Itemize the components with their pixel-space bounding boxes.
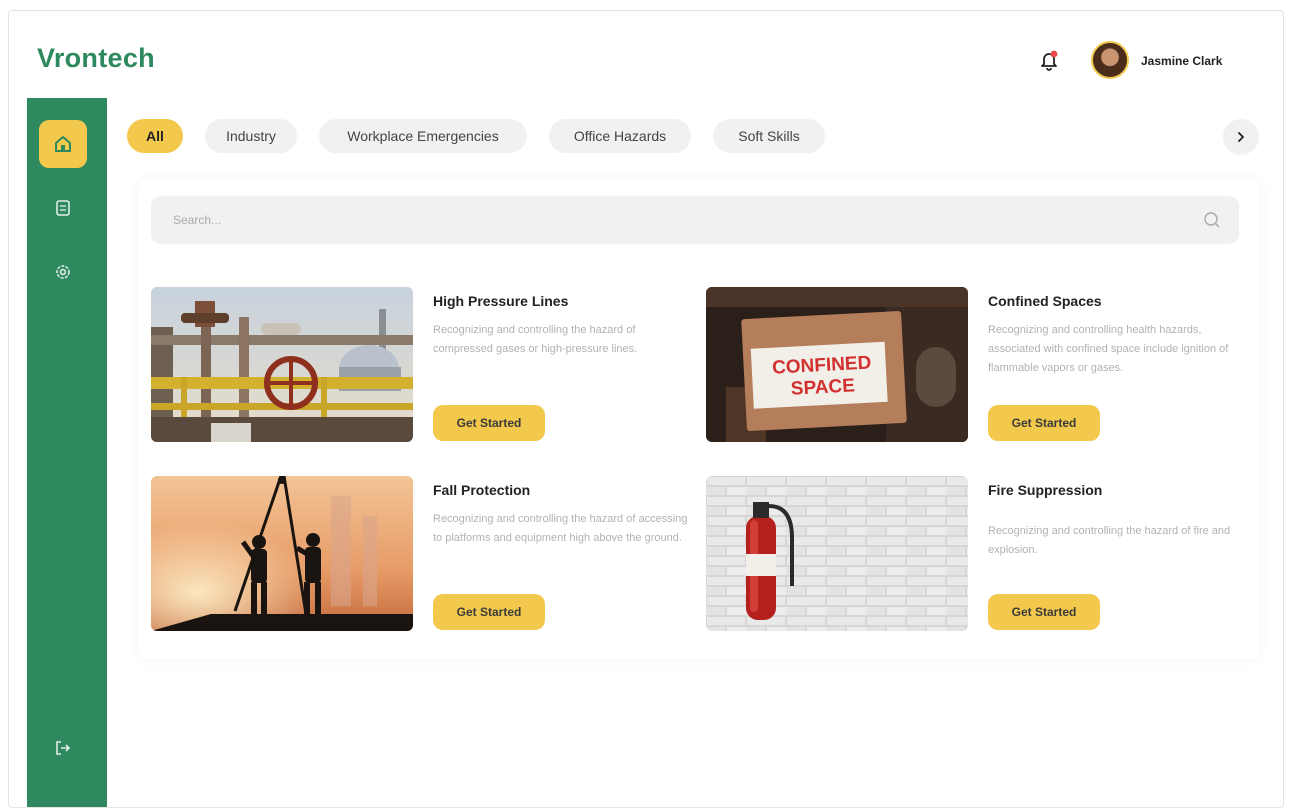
sidebar bbox=[27, 98, 107, 807]
user-name[interactable]: Jasmine Clark bbox=[1141, 54, 1222, 68]
home-icon bbox=[55, 136, 71, 152]
user-avatar[interactable] bbox=[1091, 41, 1129, 79]
course-image: CONFINED SPACE bbox=[706, 287, 968, 442]
sidebar-item-documents[interactable] bbox=[39, 184, 87, 232]
course-description: Recognizing and controlling the hazard o… bbox=[988, 525, 1231, 556]
app-window: Vrontech Jasmine Clark All Industry Work… bbox=[8, 10, 1284, 808]
logo[interactable]: Vrontech bbox=[37, 43, 155, 74]
category-tabs: All Industry Workplace Emergencies Offic… bbox=[127, 119, 1277, 155]
sidebar-item-home[interactable] bbox=[39, 120, 87, 168]
fire-extinguisher-image bbox=[706, 476, 968, 631]
course-card-confined-spaces: CONFINED SPACE Confined Spaces Recognizi… bbox=[706, 287, 1246, 445]
course-description: Recognizing and controlling the hazard o… bbox=[433, 324, 638, 355]
search-input[interactable] bbox=[173, 213, 1203, 227]
get-started-button[interactable]: Get Started bbox=[433, 405, 545, 441]
chevron-right-icon bbox=[1238, 132, 1244, 142]
get-started-button[interactable]: Get Started bbox=[433, 594, 545, 630]
course-card-fire-suppression: Fire Suppression Recognizing and control… bbox=[706, 476, 1246, 634]
top-bar: Vrontech Jasmine Clark bbox=[9, 11, 1283, 99]
course-image bbox=[706, 476, 968, 631]
tab-office-hazards[interactable]: Office Hazards bbox=[549, 119, 691, 153]
confined-space-sign-image: CONFINED SPACE bbox=[706, 287, 968, 442]
sidebar-item-settings[interactable] bbox=[39, 248, 87, 296]
get-started-button[interactable]: Get Started bbox=[988, 594, 1100, 630]
course-image bbox=[151, 287, 413, 442]
course-title: Fire Suppression bbox=[988, 482, 1103, 498]
sign-line-2: SPACE bbox=[790, 375, 855, 399]
course-panel: High Pressure Lines Recognizing and cont… bbox=[139, 179, 1259, 659]
logout-icon bbox=[56, 741, 71, 755]
course-card-high-pressure-lines: High Pressure Lines Recognizing and cont… bbox=[151, 287, 691, 445]
logout-button[interactable] bbox=[39, 724, 87, 772]
tab-industry[interactable]: Industry bbox=[205, 119, 297, 153]
search-icon[interactable] bbox=[1203, 211, 1221, 229]
course-title: Fall Protection bbox=[433, 482, 531, 498]
bell-icon[interactable] bbox=[1039, 49, 1059, 71]
course-description: Recognizing and controlling the hazard o… bbox=[433, 513, 688, 544]
tabs-next-button[interactable] bbox=[1223, 119, 1259, 155]
course-image bbox=[151, 476, 413, 631]
course-title: Confined Spaces bbox=[988, 293, 1102, 309]
tab-workplace-emergencies[interactable]: Workplace Emergencies bbox=[319, 119, 527, 153]
course-card-fall-protection: Fall Protection Recognizing and controll… bbox=[151, 476, 691, 634]
document-icon bbox=[56, 200, 70, 216]
course-title: High Pressure Lines bbox=[433, 293, 569, 309]
course-description: Recognizing and controlling health hazar… bbox=[988, 324, 1229, 374]
search-bar bbox=[151, 196, 1239, 244]
workers-silhouette-image bbox=[151, 476, 413, 631]
industrial-pipes-image bbox=[151, 287, 413, 442]
settings-icon bbox=[56, 265, 70, 279]
tab-soft-skills[interactable]: Soft Skills bbox=[713, 119, 825, 153]
tab-all[interactable]: All bbox=[127, 119, 183, 153]
get-started-button[interactable]: Get Started bbox=[988, 405, 1100, 441]
